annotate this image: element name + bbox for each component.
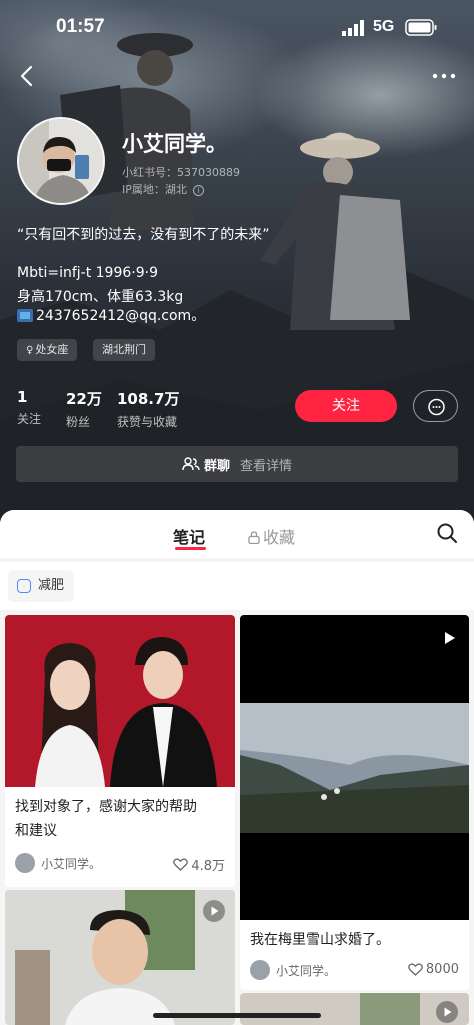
filter-bar: 减肥: [0, 562, 474, 610]
author-avatar: [15, 853, 35, 873]
message-button[interactable]: [413, 390, 458, 422]
filter-chip-label: 减肥: [38, 578, 65, 593]
like-button[interactable]: 8000: [408, 962, 459, 977]
group-chat-bar[interactable]: 群聊 查看详情: [16, 446, 458, 482]
like-count: 4.8万: [191, 859, 225, 874]
stat-likes[interactable]: 108.7万 获赞与收藏: [117, 388, 179, 430]
avatar[interactable]: [17, 117, 105, 205]
status-time: 01:57: [56, 16, 105, 37]
signal-icon: [342, 20, 364, 36]
like-button[interactable]: 4.8万: [173, 855, 225, 874]
group-icon: [182, 457, 200, 471]
profile-header: 01:57 5G 小艾同学。 小红书号：537030889 IP属地：湖北 i …: [0, 0, 474, 530]
stat-fans-label: 粉丝: [66, 415, 91, 429]
video-play-icon: [436, 1001, 458, 1023]
note-cover-video: [240, 615, 469, 920]
note-author-name: 小艾同学。: [41, 856, 102, 871]
group-chat-detail: 查看详情: [240, 458, 293, 474]
ip-location-label: IP属地：湖北: [122, 183, 187, 196]
note-cover-video: [240, 993, 469, 1025]
battery-icon: [405, 19, 437, 36]
bio-quote: “只有回不到的过去，没有到不了的未来”: [17, 227, 270, 243]
note-card[interactable]: [5, 890, 235, 1025]
filter-chip-diet[interactable]: 减肥: [8, 570, 75, 602]
search-icon[interactable]: [436, 522, 458, 544]
user-id: 小红书号：537030889: [122, 166, 240, 179]
status-bar: 01:57 5G: [0, 0, 474, 56]
note-card[interactable]: [240, 993, 469, 1025]
info-icon[interactable]: i: [192, 184, 204, 196]
note-title: 我在梅里雪山求婚了。: [250, 932, 390, 948]
bio-body-stats: 身高170cm、体重63.3kg: [17, 289, 184, 305]
like-count: 8000: [425, 962, 459, 977]
heart-icon: [408, 963, 423, 976]
note-cover-video: [5, 890, 235, 1025]
follow-button[interactable]: 关注: [295, 390, 397, 422]
note-card[interactable]: 找到对象了，感谢大家的帮助 和建议 小艾同学。 4.8万: [5, 615, 235, 887]
tab-favorites-label: 收藏: [263, 528, 296, 547]
chat-bubble-icon: [428, 398, 445, 416]
note-title-line1: 找到对象了，感谢大家的帮助: [15, 799, 197, 815]
tab-favorites[interactable]: 收藏: [248, 524, 295, 548]
back-button[interactable]: [14, 62, 42, 90]
collection-icon: [17, 579, 31, 593]
network-label: 5G: [373, 18, 395, 35]
note-author-name: 小艾同学。: [276, 963, 337, 978]
note-author[interactable]: 小艾同学。: [250, 960, 336, 980]
note-card[interactable]: 我在梅里雪山求婚了。 小艾同学。 8000: [240, 615, 469, 990]
stat-following-label: 关注: [17, 412, 42, 426]
ip-location: IP属地：湖北 i: [122, 181, 204, 197]
qq-mailbox-icon: [17, 309, 33, 322]
nickname: 小艾同学。: [122, 132, 227, 156]
stat-following[interactable]: 1 关注: [17, 388, 41, 427]
stat-likes-label: 获赞与收藏: [117, 415, 178, 429]
heart-icon: [173, 858, 189, 871]
more-options-icon[interactable]: [428, 66, 460, 86]
stat-likes-value: 108.7万: [117, 390, 180, 408]
stat-fans[interactable]: 22万 粉丝: [66, 388, 102, 430]
lock-icon: [248, 531, 260, 544]
group-chat-label: 群聊: [203, 458, 230, 474]
stat-following-value: 1: [17, 388, 28, 406]
tag-location[interactable]: 湖北荆门: [93, 339, 155, 361]
note-title-line2: 和建议: [15, 823, 57, 839]
bio-email: 2437652412@qq.com。: [17, 305, 205, 325]
female-icon: ♀: [26, 345, 34, 356]
bio-mbti: Mbti=infj-t 1996·9·9: [17, 265, 158, 281]
note-author[interactable]: 小艾同学。: [15, 853, 101, 873]
bio-email-text: 2437652412@qq.com。: [36, 308, 206, 324]
tag-zodiac[interactable]: ♀ 处女座: [17, 339, 78, 361]
author-avatar: [250, 960, 270, 980]
note-cover-image: [5, 615, 235, 787]
tab-bar: 笔记 收藏: [0, 510, 474, 558]
video-play-icon: [203, 900, 225, 922]
tag-zodiac-label: 处女座: [35, 343, 69, 356]
stat-fans-value: 22万: [66, 390, 102, 408]
tab-notes[interactable]: 笔记: [173, 524, 205, 548]
active-tab-indicator: [175, 547, 206, 550]
video-play-icon: [445, 632, 455, 644]
home-indicator[interactable]: [153, 1013, 321, 1018]
